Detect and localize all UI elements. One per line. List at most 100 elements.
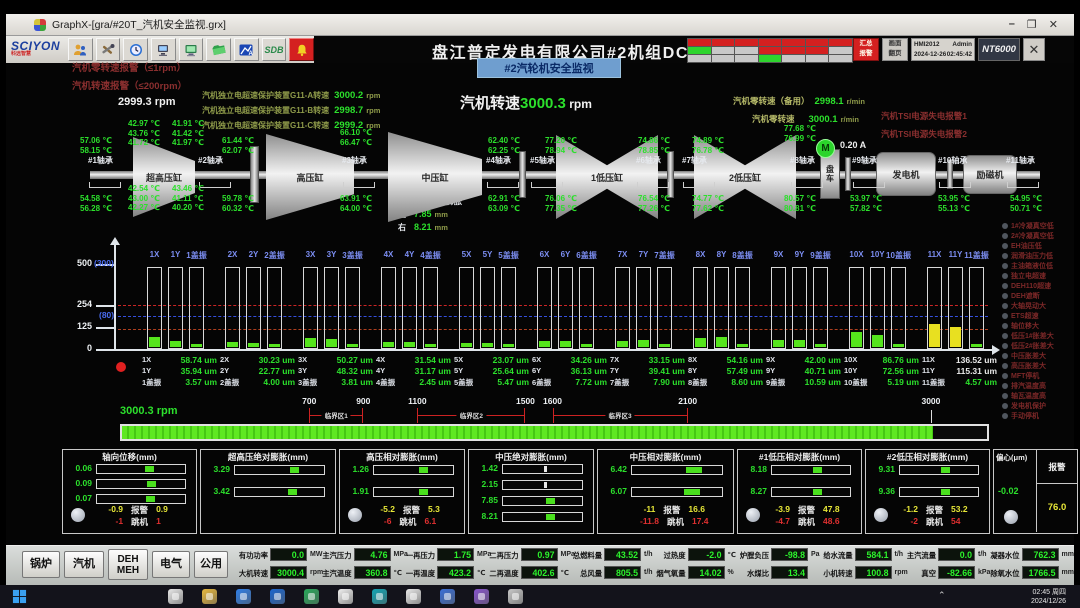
bearing-label-#9轴承: #9轴承 [852,155,877,166]
panel-bar-value: 8.21 [471,511,498,521]
trip-condition-dot [1002,333,1008,339]
panel-bar-marker [544,466,547,472]
vibration-bar-fill [383,342,394,347]
measurement-label: 有功功率 [236,551,268,561]
taskbar-app-icon[interactable] [508,589,523,604]
trip-condition-label: ETS超速 [1011,311,1039,321]
nav-button-电气[interactable]: 电气 [152,551,190,578]
status-indicator [71,508,85,522]
vib-table-label: 11盖振 [922,377,945,388]
trip-condition-label: 1#冷凝真空低 [1011,221,1054,231]
taskbar-app-icon[interactable] [440,589,455,604]
trip-condition-dot [1002,263,1008,269]
panel-bar-value: 7.85 [471,495,498,505]
trip-condition-dot [1002,223,1008,229]
vibration-bar-5Y [480,267,495,349]
vib-y-axis [114,244,116,351]
vib-table-label: 4盖振 [376,377,395,388]
taskbar-app-glyph [444,593,451,600]
vibration-bar-9X [771,267,786,349]
measurement-label: 小机转速 [821,569,853,579]
panel-偏心(μm): 偏心(μm)-0.02报警76.0 [993,449,1078,534]
nav-button-汽机[interactable]: 汽机 [64,551,104,578]
taskbar-app-icon[interactable] [338,589,353,604]
limit-text: 47.8 [823,504,840,516]
taskbar-app-glyph [376,593,383,600]
measurement-value: 1.75 [437,548,474,561]
critical-zone: 临界区3 [553,408,688,423]
bearing-temperature: 74.77 ℃ 77.62 ℃ [692,194,724,213]
taskbar-app-icon[interactable] [474,589,489,604]
vib-table-label: 1盖振 [142,377,161,388]
vibration-bar-4Y [402,267,417,349]
trip-condition-item: 低压2#胀差大 [1002,341,1054,351]
trip-condition-dot [1002,253,1008,259]
vibration-bar-9盖振 [813,267,828,349]
vib-table-label: 8盖振 [688,377,707,388]
trip-condition-item: 1#冷凝真空低 [1002,221,1054,231]
trip-condition-label: 发电机保护 [1011,401,1046,411]
taskbar-app-icon[interactable] [270,589,285,604]
limit-text: -1.2 [903,504,918,516]
panel-bar-value: 6.07 [600,486,627,496]
panel-轴向位移(mm): 轴向位移(mm)0.060.090.07-0.9报警0.9-1跳机1 [62,449,197,534]
bearing-bracket [853,182,885,188]
bearing-temperature: 42.97 ℃ 43.76 ℃ 41.72 ℃ [128,119,160,148]
vib-table-value: 58.74 um [163,355,217,365]
trip-condition-label: 润滑油压力低 [1011,251,1053,261]
panel-bar-marker [288,489,297,495]
limit-text: 报警 [131,504,148,516]
taskbar-app-icon[interactable] [372,589,387,604]
measurement-value: 584.1 [855,548,892,561]
vib-table-label: 2Y [220,366,229,375]
vib-table-value: 22.77 um [241,366,295,376]
measurement-label: 除氧水位 [988,569,1020,579]
panel-limits: -3.9报警47.8 [756,504,858,516]
panel-bar-value: 0.09 [65,478,92,488]
bearing-temperature: 74.89 ℃ 76.78 ℃ [692,136,724,155]
vib-table-value: 4.00 um [241,377,295,387]
vib-table-label: 6Y [532,366,541,375]
measurement-value: 0.0 [938,548,975,561]
vibration-bar-fill [248,343,259,347]
trip-condition-dot [1002,313,1008,319]
vibration-bar-1X [147,267,162,349]
panel-bar [234,487,325,497]
bearing-label-#1轴承: #1轴承 [88,155,113,166]
trip-condition-label: MFT停机 [1011,371,1039,381]
panel-title: 超高压绝对膨胀(mm) [201,451,335,463]
speedbar-tick-label: 900 [346,396,380,406]
panel-bar-value: 3.29 [203,464,230,474]
nav-button-公用[interactable]: 公用 [194,551,228,578]
panel-bar-marker [145,466,154,472]
panel-limits: -4.7跳机48.6 [756,516,858,528]
measurement-label: 二再压力 [487,551,519,561]
bearing-bracket [939,182,971,188]
taskbar-app-icon[interactable] [168,589,183,604]
panel-limits: -1跳机1 [83,516,193,528]
vib-table-value: 54.16 um [709,355,763,365]
nav-button-DEH[interactable]: DEHMEH [108,549,148,580]
vib-table-value: 35.94 um [163,366,217,376]
limit-text: -3.9 [775,504,790,516]
vibration-bar-label: 6盖振 [572,250,601,261]
bearing-bracket [683,182,715,188]
taskbar-app-icon[interactable] [406,589,421,604]
nav-button-锅炉[interactable]: 锅炉 [22,551,60,578]
panel-#2低压相对膨胀(mm): #2低压相对膨胀(mm)9.319.36-1.2报警53.2-2跳机54 [865,449,990,534]
vibration-bar-fill [227,342,238,347]
taskbar-app-icon[interactable] [202,589,217,604]
measurement-label: 大机转速 [236,569,268,579]
speedbar-tick-label: 2100 [671,396,705,406]
trip-condition-dot [1002,393,1008,399]
bearing-temperature: 62.91 ℃ 63.09 ℃ [488,194,520,213]
limit-text: -1 [115,516,123,528]
taskbar-app-icon[interactable] [304,589,319,604]
cylinder-label: 发电机 [892,168,919,181]
nav-button-label: 电气 [160,559,182,570]
taskbar-app-icon[interactable] [236,589,251,604]
bearing-bracket [637,182,669,188]
vibration-bar-fill [170,341,181,347]
trip-condition-dot [1002,233,1008,239]
overspeed-text: 汽机独立电超速保护装置G11-C转速 [202,121,329,130]
